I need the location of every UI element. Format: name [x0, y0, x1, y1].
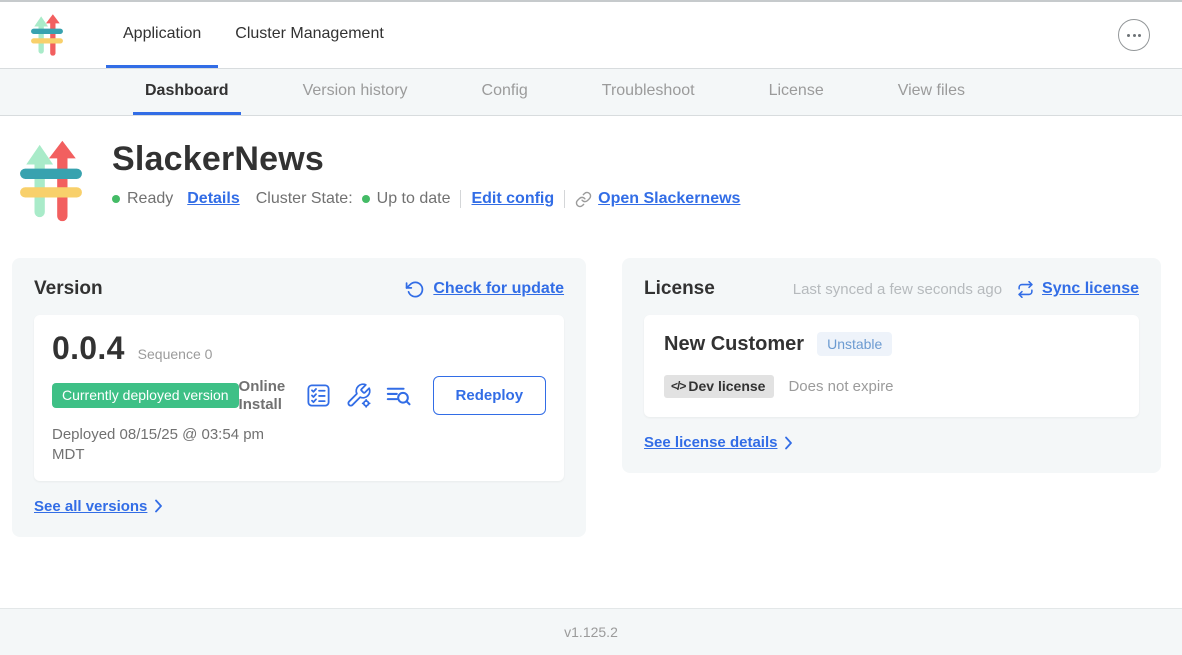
- code-icon: </>: [671, 379, 685, 393]
- license-type-badge: </> Dev license: [664, 375, 774, 398]
- tab-application[interactable]: Application: [106, 2, 218, 68]
- current-version-panel: 0.0.4 Sequence 0 Currently deployed vers…: [34, 315, 564, 481]
- cluster-state-text: Up to date: [377, 190, 451, 208]
- open-app-label: Open Slackernews: [598, 190, 740, 208]
- top-nav-tabs: Application Cluster Management: [106, 2, 401, 68]
- see-license-details-link: See license details: [644, 434, 777, 451]
- sync-license-link: Sync license: [1042, 280, 1139, 298]
- see-license-details[interactable]: See license details: [644, 434, 1139, 451]
- chevron-right-icon: [784, 436, 793, 450]
- view-logs-button[interactable]: [385, 382, 412, 409]
- open-app-link[interactable]: Open Slackernews: [575, 190, 740, 208]
- last-synced-text: Last synced a few seconds ago: [793, 281, 1002, 298]
- license-panel: New Customer Unstable </> Dev license Do…: [644, 315, 1139, 417]
- checklist-icon: [305, 382, 332, 409]
- check-for-update[interactable]: Check for update: [405, 280, 564, 299]
- app-status-dot: [112, 195, 120, 203]
- version-number: 0.0.4: [52, 330, 125, 367]
- link-icon: [575, 191, 592, 208]
- license-type-label: Dev license: [688, 378, 765, 394]
- divider: [564, 190, 565, 208]
- customer-name: New Customer: [664, 333, 804, 356]
- app-status-row: Ready Details Cluster State: Up to date …: [112, 190, 740, 208]
- sync-icon: [1017, 281, 1034, 298]
- tab-license[interactable]: License: [757, 69, 836, 115]
- admin-console-page: Application Cluster Management Dashboard…: [0, 0, 1182, 655]
- top-nav: Application Cluster Management: [0, 2, 1182, 68]
- app-sub-nav: Dashboard Version history Config Trouble…: [0, 68, 1182, 116]
- dashboard-main: SlackerNews Ready Details Cluster State:…: [0, 116, 1182, 608]
- license-expiry: Does not expire: [788, 378, 893, 395]
- edit-config-link[interactable]: Edit config: [471, 190, 554, 208]
- page-title: SlackerNews: [112, 140, 740, 179]
- sync-license[interactable]: Sync license: [1017, 280, 1139, 298]
- tab-cluster-management[interactable]: Cluster Management: [218, 2, 401, 68]
- tab-version-history[interactable]: Version history: [291, 69, 420, 115]
- preflight-checks-button[interactable]: [305, 382, 332, 409]
- cluster-status-dot: [362, 195, 370, 203]
- version-card-title: Version: [34, 278, 103, 300]
- version-card: Version Check for update 0.0.4: [12, 258, 586, 537]
- install-type-label: Online Install: [239, 378, 289, 413]
- app-icon: [18, 140, 84, 222]
- license-card: License Last synced a few seconds ago: [622, 258, 1161, 473]
- console-version: v1.125.2: [564, 624, 618, 640]
- view-config-button[interactable]: [345, 382, 372, 409]
- app-status-text: Ready: [127, 190, 173, 208]
- tab-view-files[interactable]: View files: [886, 69, 977, 115]
- logs-search-icon: [385, 382, 412, 409]
- details-link[interactable]: Details: [187, 190, 239, 208]
- wrench-gear-icon: [345, 382, 372, 409]
- dashboard-cards: Version Check for update 0.0.4: [0, 222, 1182, 537]
- tab-dashboard[interactable]: Dashboard: [133, 69, 241, 115]
- deployed-status-badge: Currently deployed version: [52, 383, 239, 408]
- channel-badge: Unstable: [817, 332, 892, 356]
- more-options-button[interactable]: [1118, 19, 1150, 51]
- deployed-timestamp: Deployed 08/15/25 @ 03:54 pm MDT: [52, 425, 277, 465]
- see-all-versions-link: See all versions: [34, 498, 147, 515]
- see-all-versions[interactable]: See all versions: [34, 498, 564, 515]
- slackernews-logo-icon: [30, 14, 64, 56]
- refresh-icon: [405, 280, 424, 299]
- divider: [460, 190, 461, 208]
- console-footer: v1.125.2: [0, 608, 1182, 655]
- sequence-label: Sequence 0: [138, 346, 213, 362]
- license-card-title: License: [644, 278, 715, 300]
- tab-config[interactable]: Config: [470, 69, 540, 115]
- check-for-update-link: Check for update: [433, 280, 564, 298]
- tab-troubleshoot[interactable]: Troubleshoot: [590, 69, 707, 115]
- chevron-right-icon: [154, 499, 163, 513]
- redeploy-button[interactable]: Redeploy: [433, 376, 547, 415]
- app-header: SlackerNews Ready Details Cluster State:…: [0, 116, 1182, 222]
- ellipsis-icon: [1127, 34, 1130, 37]
- cluster-state-label: Cluster State:: [256, 190, 353, 208]
